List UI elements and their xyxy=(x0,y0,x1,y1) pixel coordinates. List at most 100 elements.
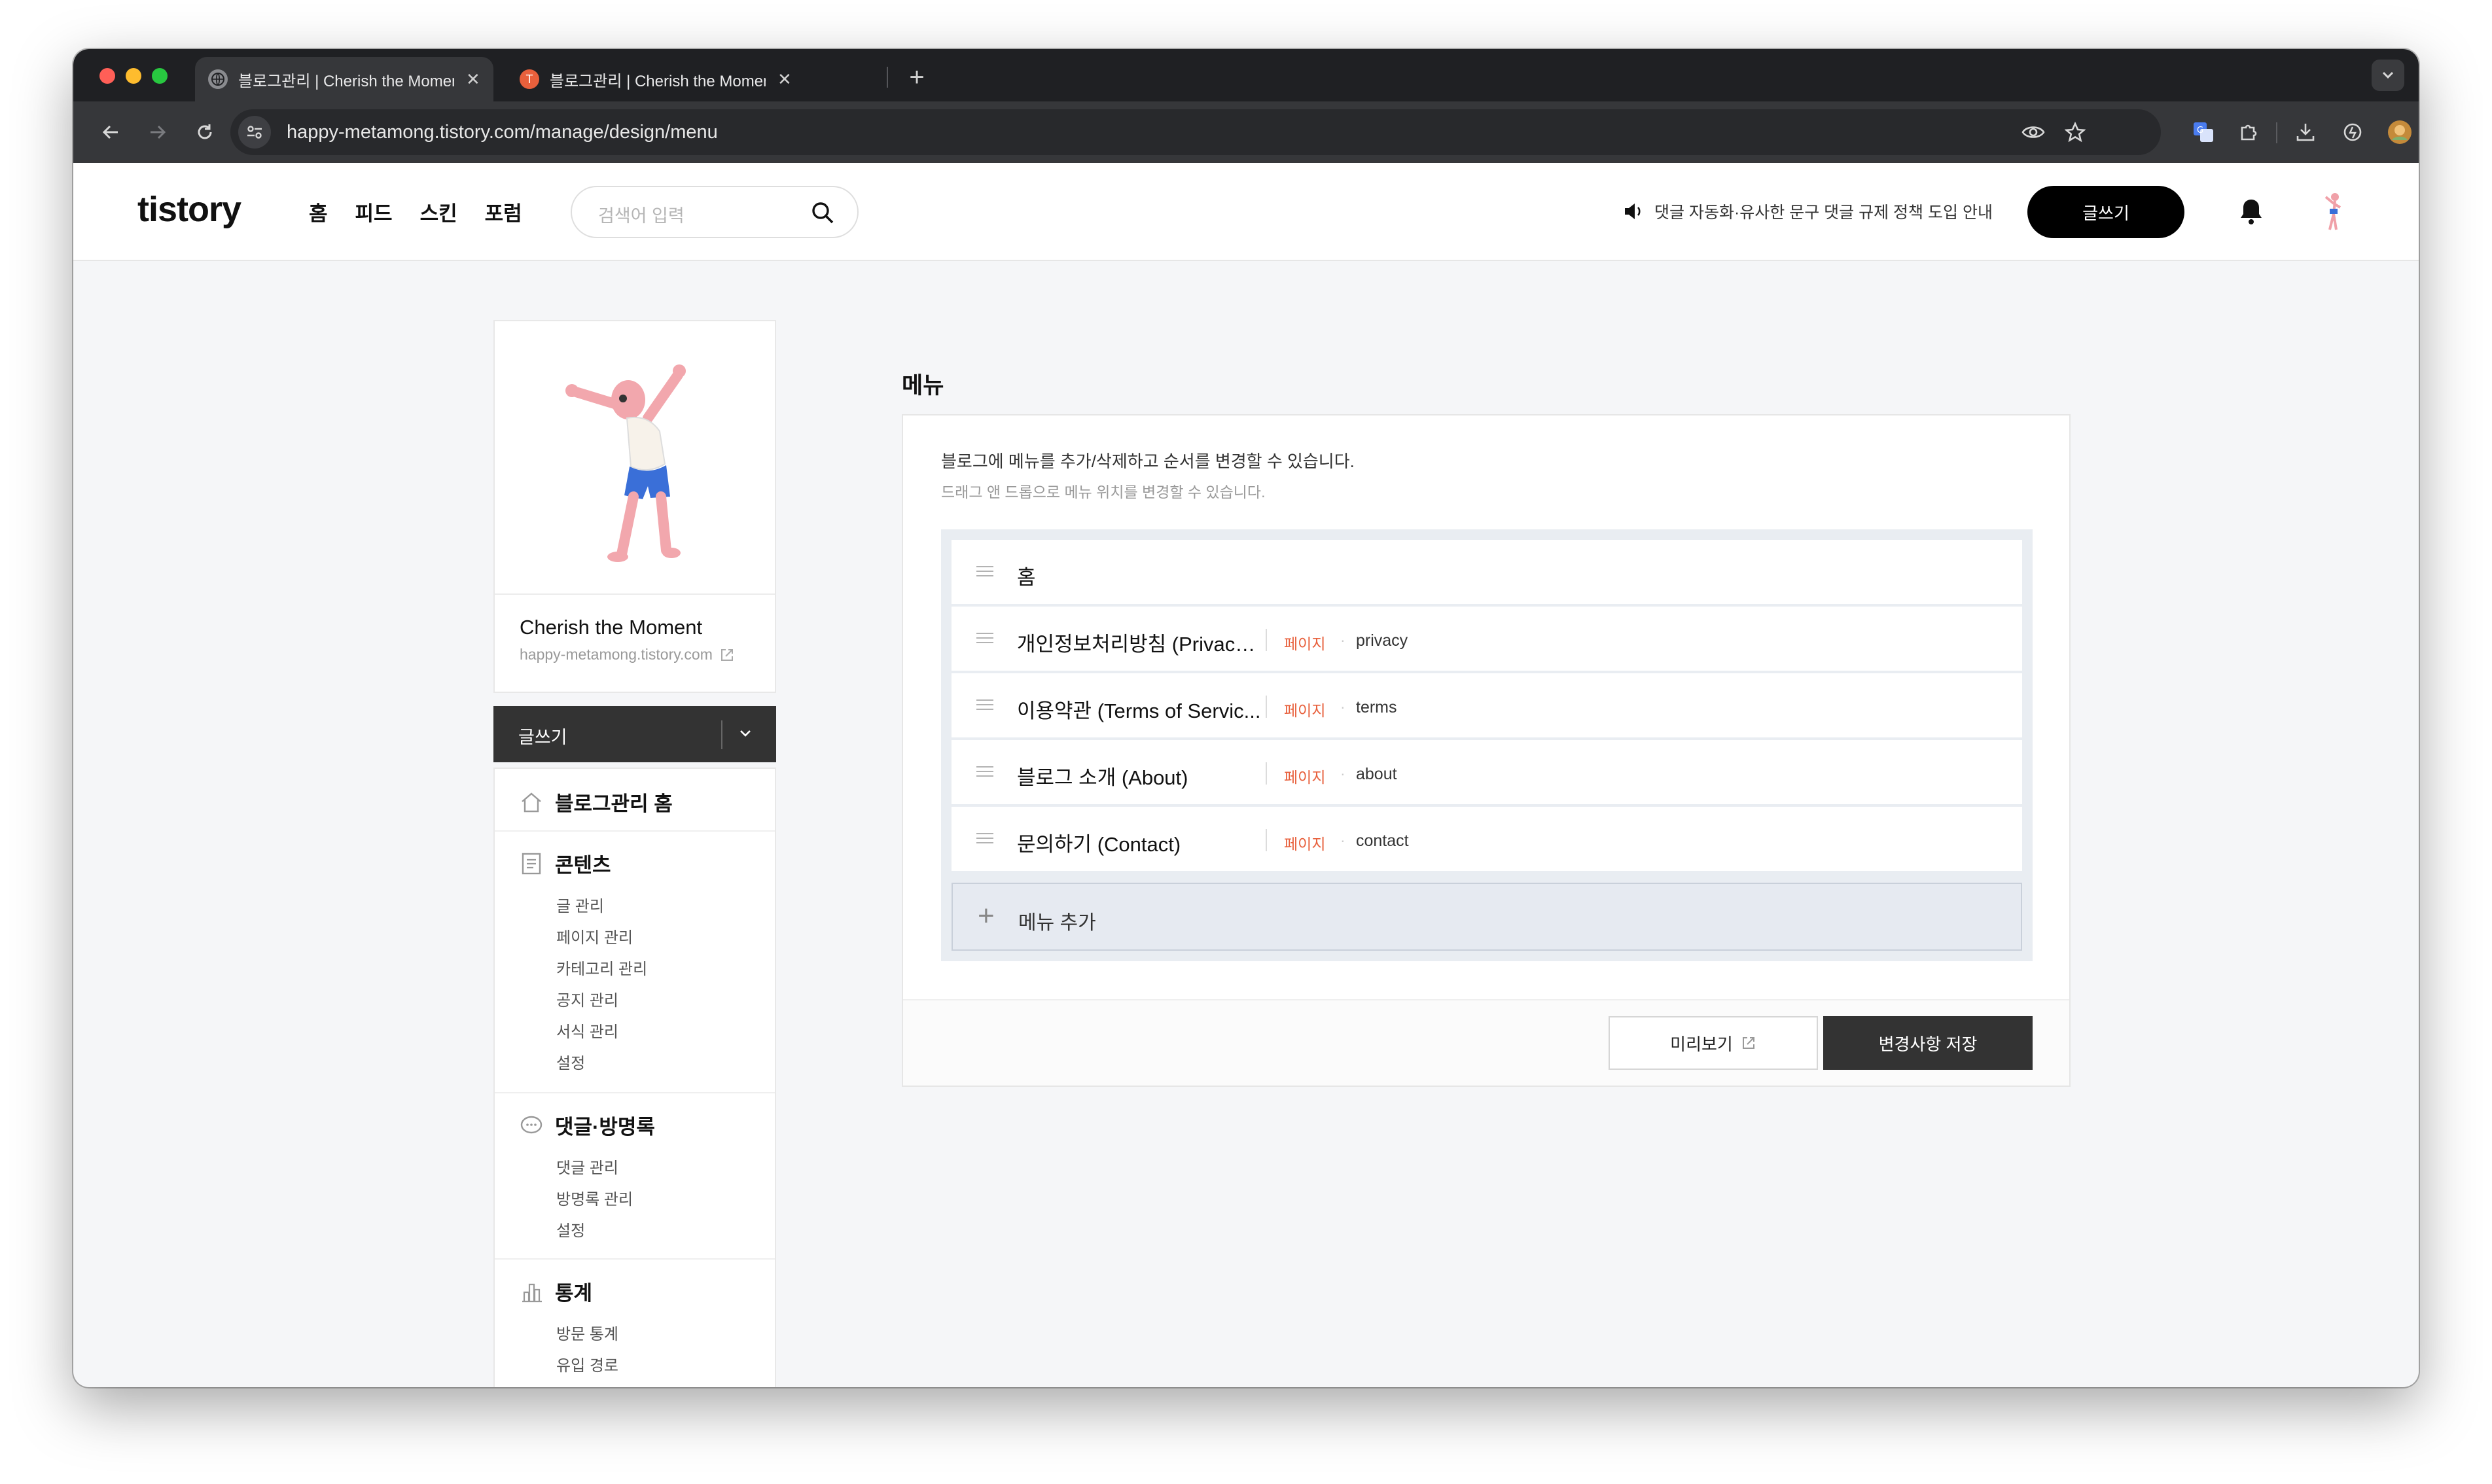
drag-handle-icon[interactable] xyxy=(976,566,993,580)
menu-item-slug: privacy xyxy=(1356,631,1408,650)
menu-settings-panel: 블로그에 메뉴를 추가/삭제하고 순서를 변경할 수 있습니다. 드래그 앤 드… xyxy=(902,414,2071,1087)
sidebar-link-visit-stats[interactable]: 방문 통계 xyxy=(556,1321,618,1344)
new-tab-button[interactable]: + xyxy=(899,60,934,95)
sidebar-link-categories[interactable]: 카테고리 관리 xyxy=(556,956,647,979)
save-changes-button[interactable]: 변경사항 저장 xyxy=(1823,1016,2033,1070)
sidebar-write-label: 글쓰기 xyxy=(518,728,567,747)
sidebar-group-home: 블로그관리 홈 xyxy=(495,769,775,832)
search-input[interactable]: 검색어 입력 xyxy=(571,186,859,238)
sidebar-item-contents[interactable]: 콘텐츠 xyxy=(520,849,611,878)
menu-item-name: 홈 xyxy=(1017,566,1036,589)
notice-text: 댓글 자동화·유사한 문구 댓글 규제 정책 도입 안내 xyxy=(1654,203,1993,222)
address-bar[interactable]: happy-metamong.tistory.com/manage/design… xyxy=(230,109,2161,155)
menu-item-divider xyxy=(1266,629,1267,651)
tab-title: 블로그관리 | Cherish the Moment xyxy=(238,72,454,90)
tab-search-button[interactable] xyxy=(2372,60,2404,91)
eye-icon[interactable] xyxy=(2018,117,2048,147)
menu-item-terms[interactable]: 이용약관 (Terms of Servic... 페이지 · terms xyxy=(952,673,2022,737)
tistory-logo[interactable]: tistory xyxy=(137,189,241,230)
bookmark-star-icon[interactable] xyxy=(2060,117,2090,147)
sidebar-item-comments[interactable]: 댓글·방명록 xyxy=(520,1110,655,1140)
sidebar-link-notices[interactable]: 공지 관리 xyxy=(556,987,618,1010)
menu-item-type: 페이지 xyxy=(1284,702,1326,719)
plus-icon: + xyxy=(978,900,995,932)
sidebar-group-stats: 통계 방문 통계 유입 경로 xyxy=(495,1260,775,1387)
preview-button[interactable]: 미리보기 xyxy=(1609,1016,1818,1070)
close-tab-icon[interactable]: ✕ xyxy=(466,69,480,90)
external-link-icon xyxy=(721,648,733,661)
nav-feed[interactable]: 피드 xyxy=(355,197,393,226)
drag-handle-icon[interactable] xyxy=(976,833,993,847)
sidebar-link-comments[interactable]: 댓글 관리 xyxy=(556,1155,618,1178)
write-button[interactable]: 글쓰기 xyxy=(2027,186,2184,238)
performance-icon[interactable] xyxy=(2336,116,2369,149)
external-link-icon xyxy=(1742,1037,1754,1049)
menu-item-about[interactable]: 블로그 소개 (About) 페이지 · about xyxy=(952,740,2022,804)
tab-divider xyxy=(887,67,888,88)
menu-item-slug: terms xyxy=(1356,698,1397,716)
forward-button[interactable] xyxy=(141,116,174,149)
home-icon xyxy=(520,790,543,814)
menu-item-privacy[interactable]: 개인정보처리방침 (Privacy ... 페이지 · privacy xyxy=(952,607,2022,671)
sidebar-link-guestbook[interactable]: 방명록 관리 xyxy=(556,1186,633,1209)
sidebar-link-contents-settings[interactable]: 설정 xyxy=(556,1050,585,1073)
blog-url-text: happy-metamong.tistory.com xyxy=(520,646,713,663)
nav-forum[interactable]: 포럼 xyxy=(485,197,522,226)
menu-item-divider xyxy=(1266,829,1267,851)
close-window-button[interactable] xyxy=(99,68,115,84)
drag-handle-icon[interactable] xyxy=(976,699,993,713)
panel-footer: 미리보기 변경사항 저장 xyxy=(903,999,2069,1086)
nav-skin[interactable]: 스킨 xyxy=(420,197,457,226)
sidebar-link-referrers[interactable]: 유입 경로 xyxy=(556,1352,618,1375)
url-text: happy-metamong.tistory.com/manage/design… xyxy=(287,122,718,143)
sidebar-item-home[interactable]: 블로그관리 홈 xyxy=(520,787,673,817)
download-icon[interactable] xyxy=(2289,116,2322,149)
sidebar-link-pages[interactable]: 페이지 관리 xyxy=(556,925,633,947)
menu-item-divider xyxy=(1266,696,1267,718)
blog-profile-image xyxy=(495,321,775,595)
menu-item-contact[interactable]: 문의하기 (Contact) 페이지 · contact xyxy=(952,807,2022,871)
sidebar-group-comments: 댓글·방명록 댓글 관리 방명록 관리 설정 xyxy=(495,1093,775,1260)
maximize-window-button[interactable] xyxy=(152,68,168,84)
menu-item-home[interactable]: 홈 xyxy=(952,540,2022,604)
nav-home[interactable]: 홈 xyxy=(309,197,328,226)
sidebar-item-stats[interactable]: 통계 xyxy=(520,1277,592,1306)
menu-item-slug: about xyxy=(1356,765,1397,783)
minimize-window-button[interactable] xyxy=(126,68,141,84)
back-button[interactable] xyxy=(94,116,127,149)
browser-tab[interactable]: T 블로그관리 | Cherish the Moment ✕ xyxy=(507,57,805,101)
menu-item-name: 개인정보처리방침 (Privacy ... xyxy=(1017,633,1263,656)
site-header: tistory 홈 피드 스킨 포럼 검색어 입력 댓글 자동화·유사한 문구 … xyxy=(73,163,2419,261)
chevron-down-icon[interactable] xyxy=(736,723,755,747)
menu-item-type: 페이지 xyxy=(1284,769,1326,786)
page-title: 메뉴 xyxy=(902,373,944,398)
user-avatar[interactable] xyxy=(2310,189,2356,235)
bell-icon[interactable] xyxy=(2238,197,2264,229)
sidebar-write-button[interactable]: 글쓰기 xyxy=(493,706,776,762)
sidebar-link-posts[interactable]: 글 관리 xyxy=(556,893,604,916)
write-divider xyxy=(721,720,722,749)
sidebar-link-comments-settings[interactable]: 설정 xyxy=(556,1218,585,1241)
comment-icon xyxy=(520,1114,543,1137)
browser-tab-active[interactable]: 블로그관리 | Cherish the Moment ✕ xyxy=(195,57,493,101)
blog-url-link[interactable]: happy-metamong.tistory.com xyxy=(520,646,735,663)
extensions-puzzle-icon[interactable] xyxy=(2233,116,2266,149)
sidebar-item-label: 블로그관리 홈 xyxy=(555,792,673,815)
close-tab-icon[interactable]: ✕ xyxy=(777,69,792,90)
add-menu-button[interactable]: + 메뉴 추가 xyxy=(952,883,2022,951)
translate-extension-icon[interactable]: G xyxy=(2187,116,2220,149)
panel-hint: 드래그 앤 드롭으로 메뉴 위치를 변경할 수 있습니다. xyxy=(941,484,1266,501)
drag-handle-icon[interactable] xyxy=(976,766,993,780)
drag-handle-icon[interactable] xyxy=(976,633,993,646)
menu-item-dot: · xyxy=(1340,832,1345,849)
sidebar-group-contents: 콘텐츠 글 관리 페이지 관리 카테고리 관리 공지 관리 서식 관리 설정 xyxy=(495,832,775,1093)
panel-description: 블로그에 메뉴를 추가/삭제하고 순서를 변경할 수 있습니다. xyxy=(941,451,1355,471)
menu-list: 홈 개인정보처리방침 (Privacy ... 페이지 · privacy 이용… xyxy=(941,529,2033,961)
site-settings-icon[interactable] xyxy=(238,116,271,149)
sidebar-link-templates[interactable]: 서식 관리 xyxy=(556,1019,618,1042)
notice-link[interactable]: 댓글 자동화·유사한 문구 댓글 규제 정책 도입 안내 xyxy=(1623,200,1993,223)
global-nav: 홈 피드 스킨 포럼 xyxy=(309,197,522,226)
profile-avatar-icon[interactable] xyxy=(2383,116,2416,149)
search-icon[interactable] xyxy=(810,200,835,228)
reload-button[interactable] xyxy=(188,116,221,149)
